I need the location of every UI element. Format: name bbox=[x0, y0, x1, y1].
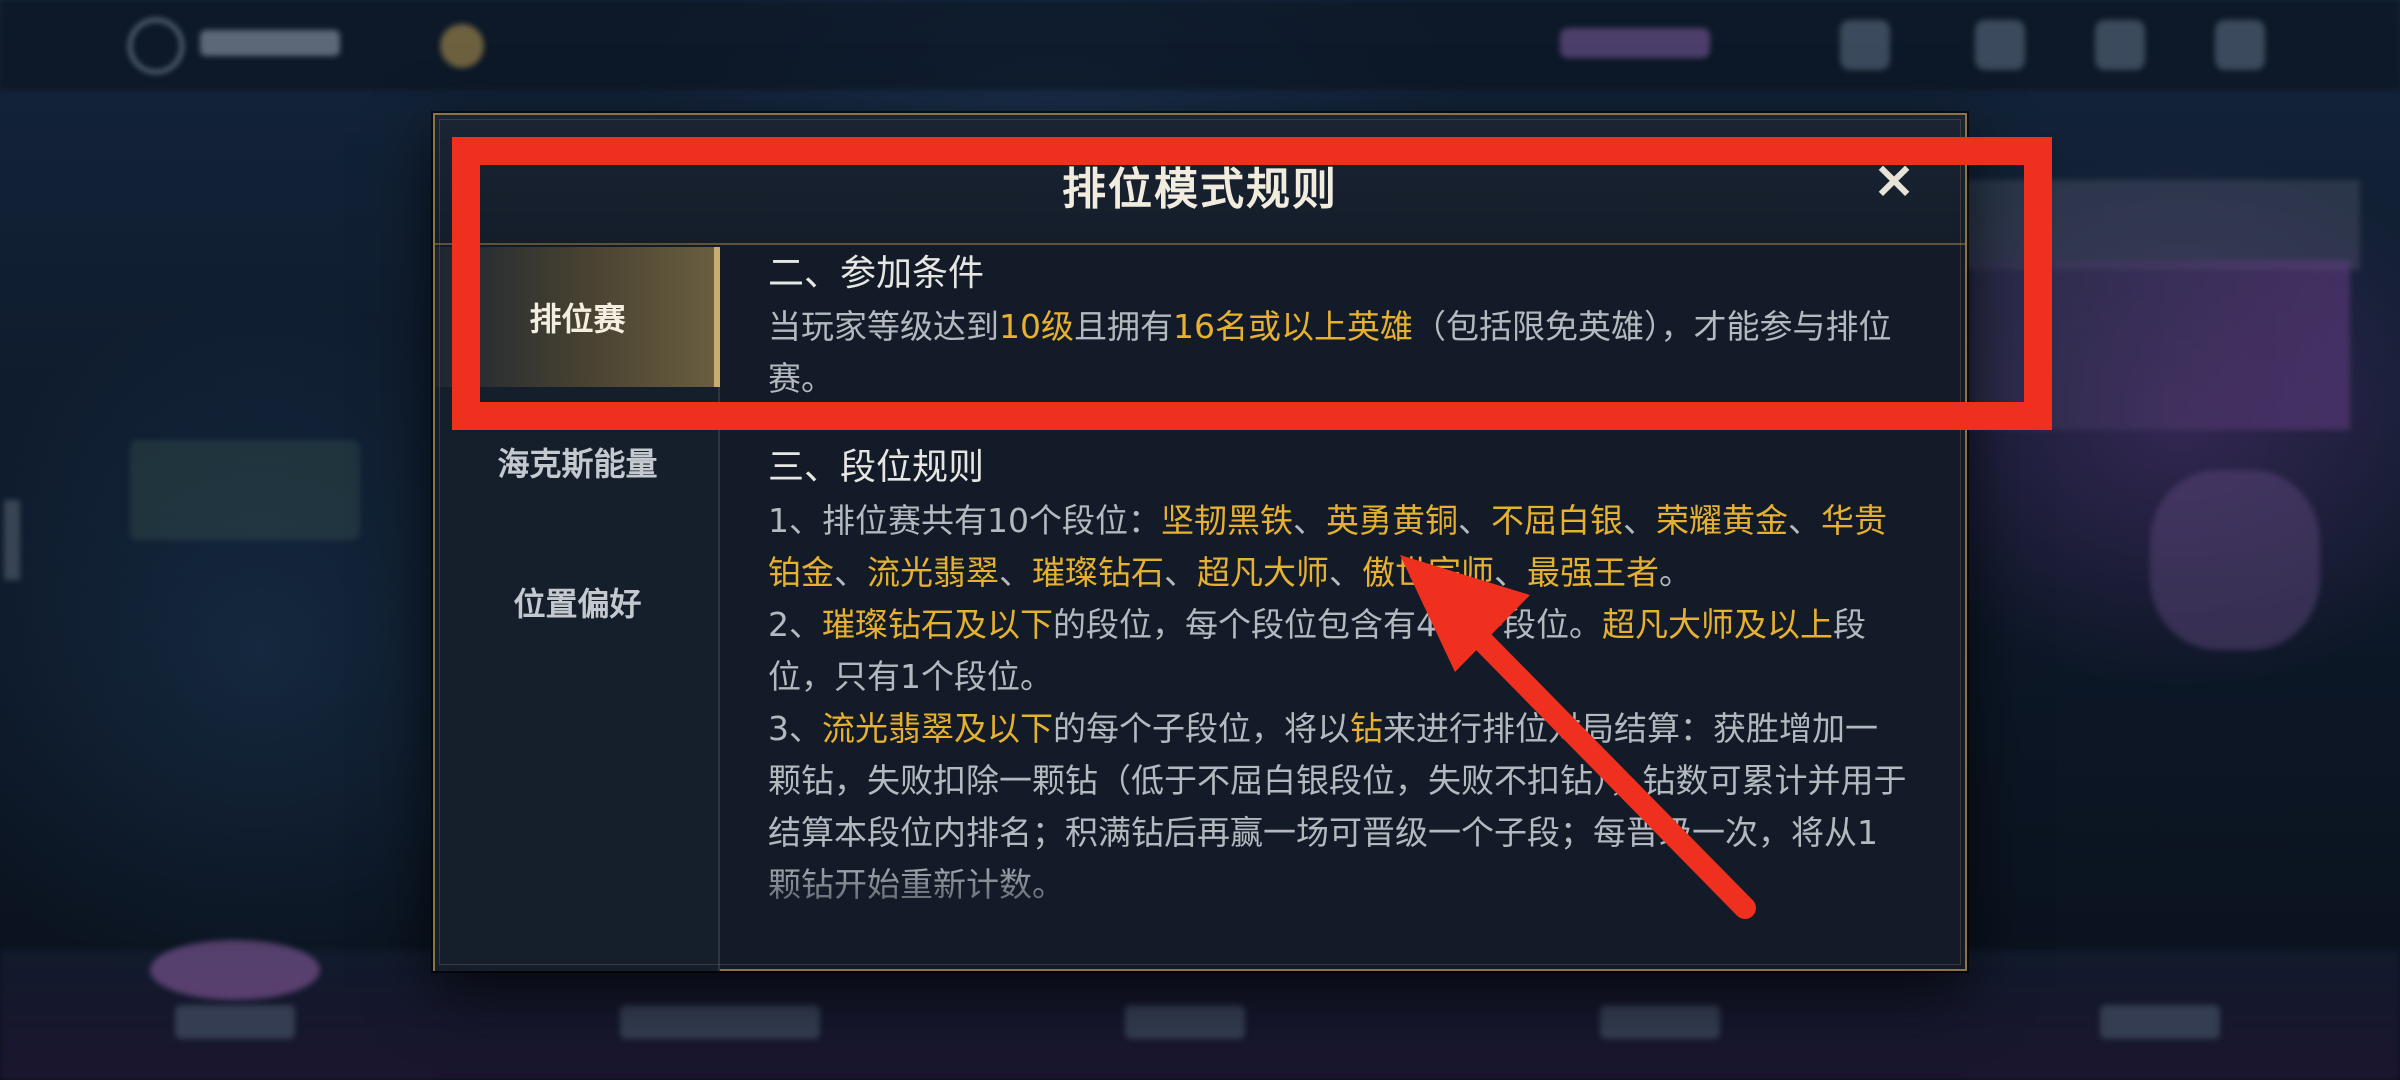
bg-bottom-item bbox=[175, 1005, 295, 1039]
bg-right-strip bbox=[1960, 180, 2360, 270]
bg-bottom-item bbox=[620, 1005, 820, 1039]
tier-rule-3: 3、流光翡翠及以下的每个子段位，将以钻来进行排位对局结算：获胜增加一颗钻，失败扣… bbox=[768, 709, 1907, 904]
bg-friend-icon bbox=[1840, 20, 1890, 70]
section-title-tier-rules: 三、段位规则 bbox=[768, 447, 985, 488]
tier-rule-2: 2、璀璨钻石及以下的段位，每个段位包含有4个子段位。超凡大师及以上段位，只有1个… bbox=[768, 605, 1866, 696]
bg-badge bbox=[1560, 28, 1710, 58]
bg-bottom-item bbox=[2100, 1005, 2220, 1039]
tab-ranked[interactable]: 排位赛 bbox=[435, 247, 720, 387]
bg-bottom-glow bbox=[150, 940, 320, 1000]
rules-sidebar: 排位赛 海克斯能量 位置偏好 bbox=[435, 247, 720, 971]
tab-label: 排位赛 bbox=[529, 300, 626, 338]
bg-bottom-item bbox=[1125, 1005, 1245, 1039]
tab-position-preference[interactable]: 位置偏好 bbox=[435, 532, 720, 672]
bg-back-icon bbox=[128, 18, 184, 74]
close-icon: × bbox=[1872, 150, 1916, 210]
bg-coin-icon bbox=[440, 24, 484, 68]
bg-title bbox=[200, 30, 340, 56]
tier-rule-1: 1、排位赛共有10个段位：坚韧黑铁、英勇黄铜、不屈白银、荣耀黄金、华贵铂金、流光… bbox=[768, 501, 1887, 592]
bg-side-text bbox=[4, 500, 20, 580]
bg-bottom-item bbox=[1600, 1005, 1720, 1039]
tab-hextech-energy[interactable]: 海克斯能量 bbox=[435, 392, 720, 532]
bg-top-bar bbox=[0, 0, 2400, 90]
ranked-rules-dialog: 排位模式规则 × 排位赛 海克斯能量 位置偏好 二、参加条件 当玩家等级达到10… bbox=[433, 113, 1967, 971]
bg-right-card bbox=[1970, 260, 2350, 430]
bg-chat-icon bbox=[2095, 20, 2145, 70]
bg-settings-icon bbox=[2215, 20, 2265, 70]
dialog-title: 排位模式规则 bbox=[1062, 164, 1338, 215]
tab-label: 位置偏好 bbox=[513, 585, 642, 623]
close-button[interactable]: × bbox=[1869, 154, 1919, 206]
tab-label: 海克斯能量 bbox=[497, 445, 658, 483]
bg-mail-icon bbox=[1975, 20, 2025, 70]
bg-left-card bbox=[130, 440, 360, 540]
screen: 排位模式规则 × 排位赛 海克斯能量 位置偏好 二、参加条件 当玩家等级达到10… bbox=[0, 0, 2400, 1080]
bg-right-figure bbox=[2150, 470, 2320, 650]
rules-content[interactable]: 二、参加条件 当玩家等级达到10级且拥有16名或以上英雄（包括限免英雄），才能参… bbox=[768, 247, 1908, 947]
conditions-paragraph: 当玩家等级达到10级且拥有16名或以上英雄（包括限免英雄），才能参与排位赛。 bbox=[768, 307, 1892, 398]
section-title-conditions: 二、参加条件 bbox=[768, 253, 985, 294]
dialog-header: 排位模式规则 × bbox=[435, 115, 1965, 245]
